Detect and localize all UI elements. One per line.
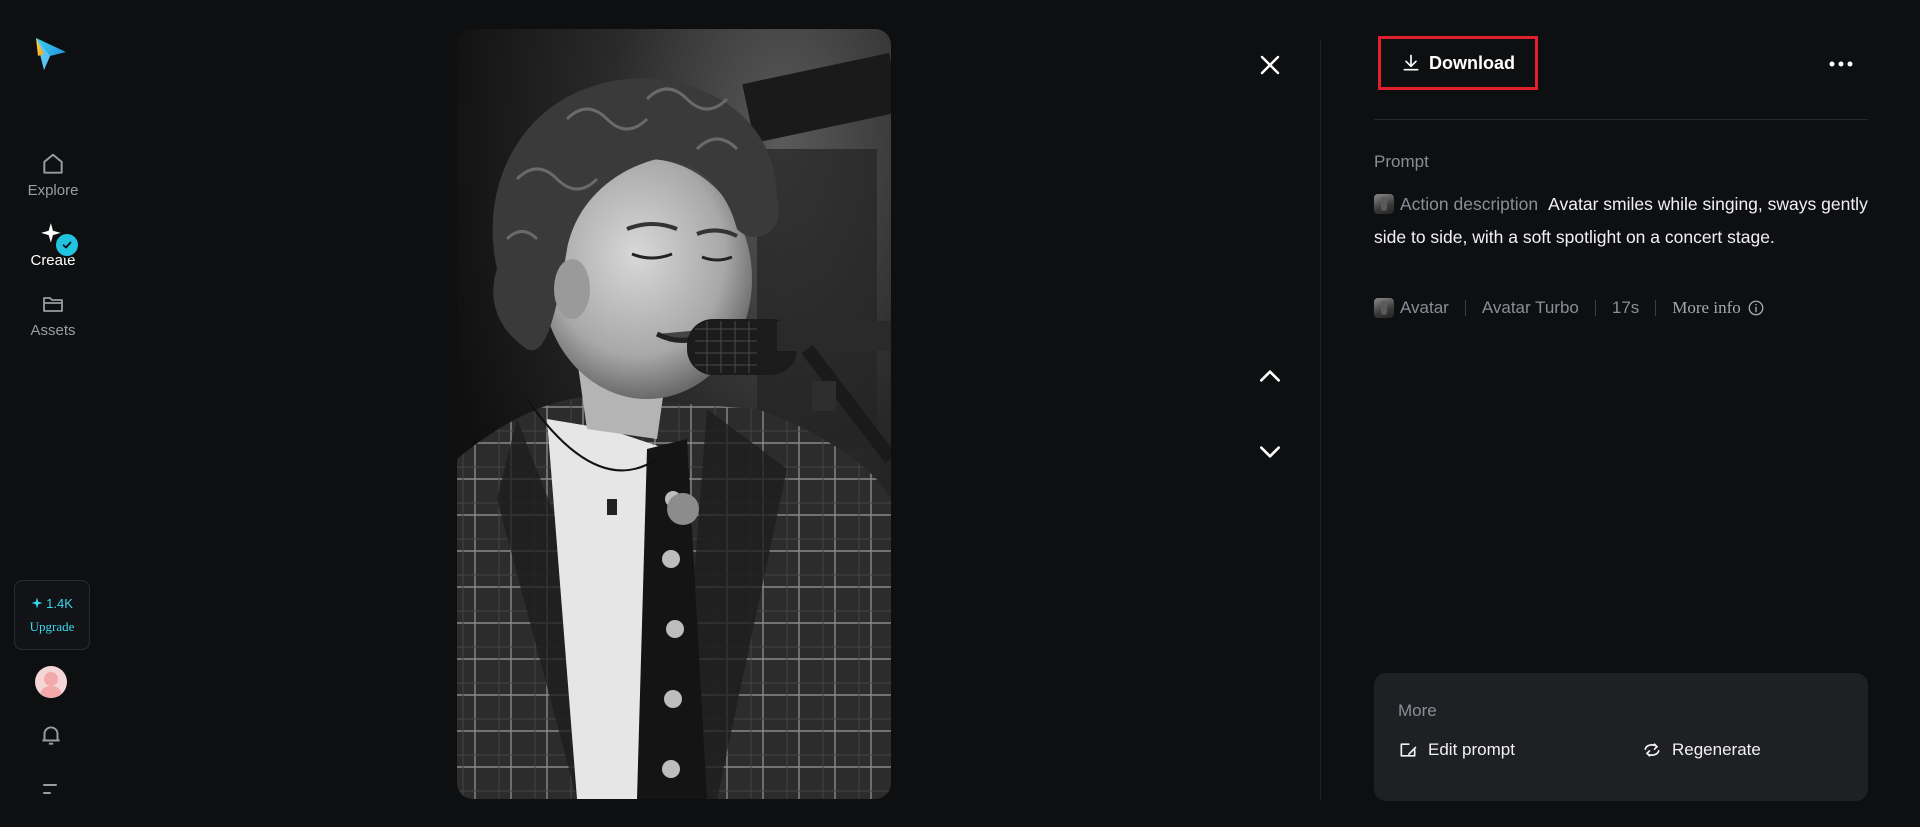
meta-separator: [1594, 300, 1596, 316]
refresh-icon: [1644, 743, 1660, 757]
download-icon: [1403, 54, 1419, 71]
header-divider: [1374, 119, 1868, 120]
sidebar-item-explore[interactable]: Explore: [12, 150, 94, 210]
next-button[interactable]: [1250, 432, 1290, 472]
details-panel: Download Prompt Action description Avatar…: [1374, 0, 1868, 827]
sidebar-item-label: Explore: [27, 182, 79, 199]
meta-row: Avatar Avatar Turbo 17s More info: [1374, 298, 1765, 318]
info-icon: [1748, 300, 1764, 316]
sidebar-item-assets[interactable]: Assets: [12, 290, 94, 350]
meta-type: Avatar: [1400, 298, 1449, 317]
app-root: Explore Create Assets 1.4K Upgrade Downl…: [0, 0, 1920, 827]
download-button[interactable]: Download: [1378, 36, 1538, 90]
bell-icon[interactable]: [38, 722, 64, 748]
check-badge-icon: [54, 232, 80, 258]
edit-icon: [1400, 743, 1417, 757]
media-preview[interactable]: [457, 29, 891, 799]
edit-prompt-label: Edit prompt: [1428, 740, 1515, 759]
more-card: More: [1374, 673, 1868, 801]
home-icon: [39, 150, 67, 178]
folder-icon: [39, 290, 67, 318]
chevron-up-icon: [1260, 370, 1280, 382]
action-description-label: Action description: [1400, 194, 1539, 214]
edit-prompt-button[interactable]: Edit prompt: [1398, 740, 1515, 760]
chevron-down-icon: [1260, 446, 1280, 458]
avatar-thumbnail: [1374, 194, 1394, 214]
sidebar: Explore Create Assets 1.4K Upgrade: [0, 0, 106, 827]
meta-duration: 17s: [1611, 298, 1640, 317]
previous-button[interactable]: [1250, 356, 1290, 396]
app-logo[interactable]: [32, 34, 70, 74]
more-dots-icon[interactable]: [1826, 52, 1856, 76]
credits-count: 1.4K: [31, 596, 73, 611]
prompt-label: Prompt: [1374, 152, 1429, 171]
meta-separator: [1655, 300, 1657, 316]
meta-model: Avatar Turbo: [1481, 298, 1579, 317]
close-button[interactable]: [1250, 45, 1290, 85]
more-info-link[interactable]: More info: [1672, 298, 1764, 318]
sidebar-item-create[interactable]: Create: [12, 220, 94, 280]
more-title: More: [1398, 701, 1437, 720]
upgrade-button[interactable]: 1.4K Upgrade: [14, 580, 90, 650]
panel-divider: [1320, 40, 1321, 800]
sparkle-icon: [31, 597, 43, 609]
prompt-text: Action description Avatar smiles while si…: [1374, 188, 1868, 254]
sidebar-item-label: Assets: [30, 322, 76, 339]
regenerate-label: Regenerate: [1672, 740, 1761, 759]
menu-icon[interactable]: [40, 778, 62, 800]
regenerate-button[interactable]: Regenerate: [1642, 740, 1761, 760]
upgrade-label: Upgrade: [29, 618, 75, 634]
avatar-thumbnail: [1374, 298, 1394, 318]
close-icon: [1260, 55, 1280, 75]
download-label: Download: [1429, 52, 1515, 73]
avatar[interactable]: [35, 666, 67, 698]
meta-separator: [1464, 300, 1466, 316]
